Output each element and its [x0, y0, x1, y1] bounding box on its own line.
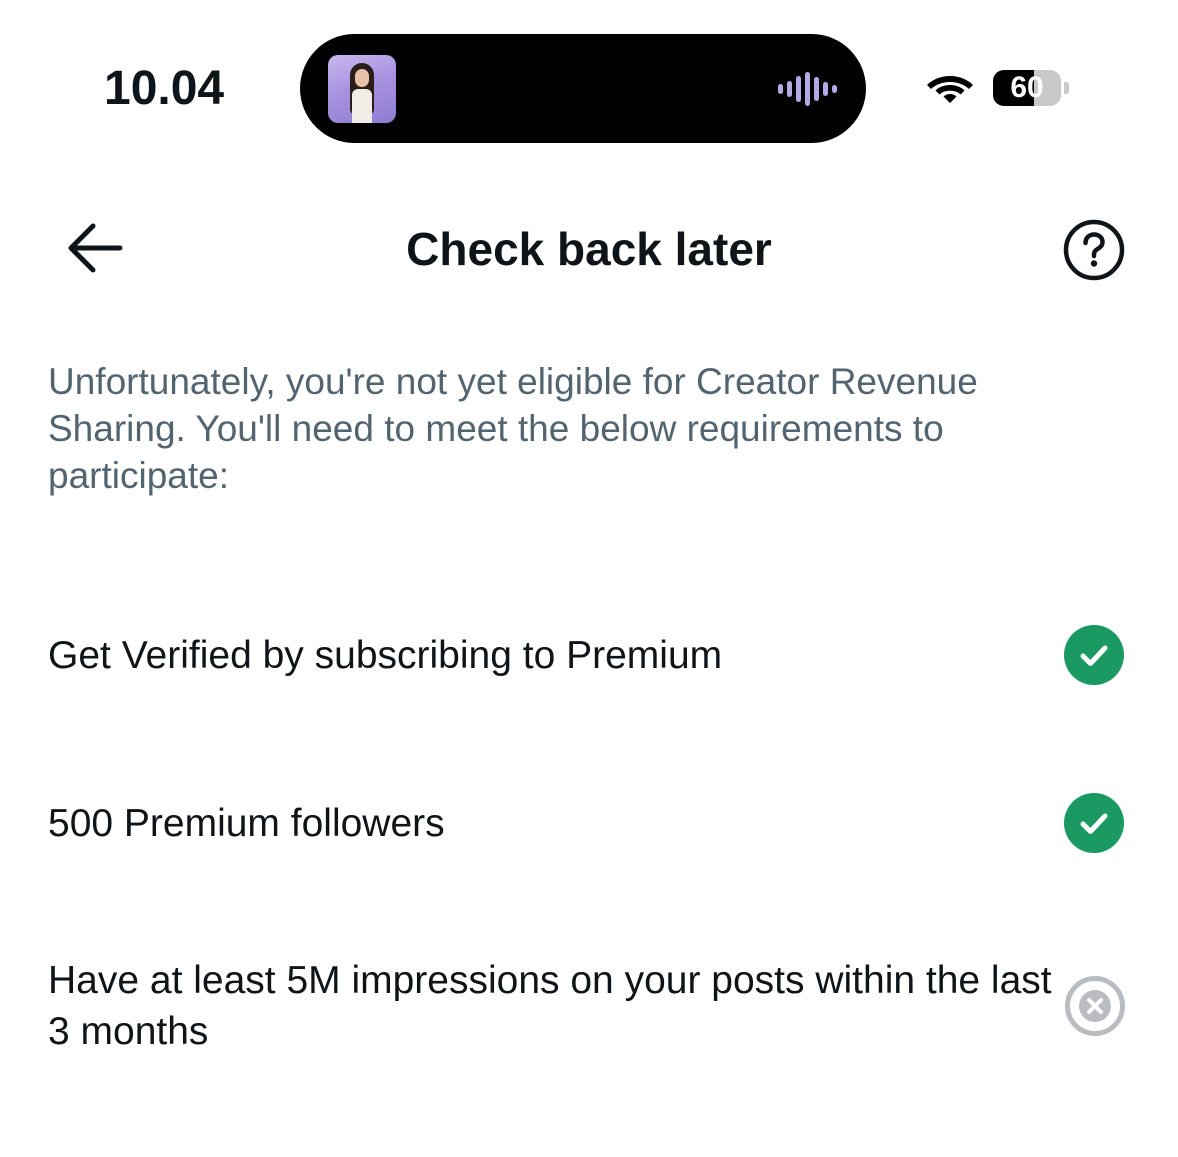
requirement-row: Get Verified by subscribing to Premium — [48, 625, 1128, 690]
battery-level-label: 60 — [1010, 71, 1044, 104]
x-circle-icon — [1065, 976, 1125, 1036]
audio-waveform-icon — [778, 72, 837, 106]
eligibility-description: Unfortunately, you're not yet eligible f… — [48, 361, 978, 496]
dynamic-island[interactable] — [300, 34, 866, 143]
battery-icon: 60 — [993, 70, 1071, 106]
requirement-label: 500 Premium followers — [48, 802, 445, 845]
help-button[interactable] — [1063, 219, 1125, 281]
requirement-label: Have at least 5M impressions on your pos… — [48, 959, 1052, 1053]
check-circle-icon — [1064, 793, 1124, 853]
status-time: 10.04 — [104, 62, 225, 115]
check-circle-icon — [1064, 625, 1124, 685]
now-playing-avatar — [328, 55, 396, 123]
page-title: Check back later — [406, 223, 772, 275]
wifi-icon — [927, 76, 973, 103]
question-circle-icon — [1063, 219, 1125, 281]
requirement-row: 500 Premium followers — [48, 793, 1128, 858]
requirement-label: Get Verified by subscribing to Premium — [48, 634, 723, 677]
requirement-row: Have at least 5M impressions on your pos… — [48, 955, 1128, 1065]
